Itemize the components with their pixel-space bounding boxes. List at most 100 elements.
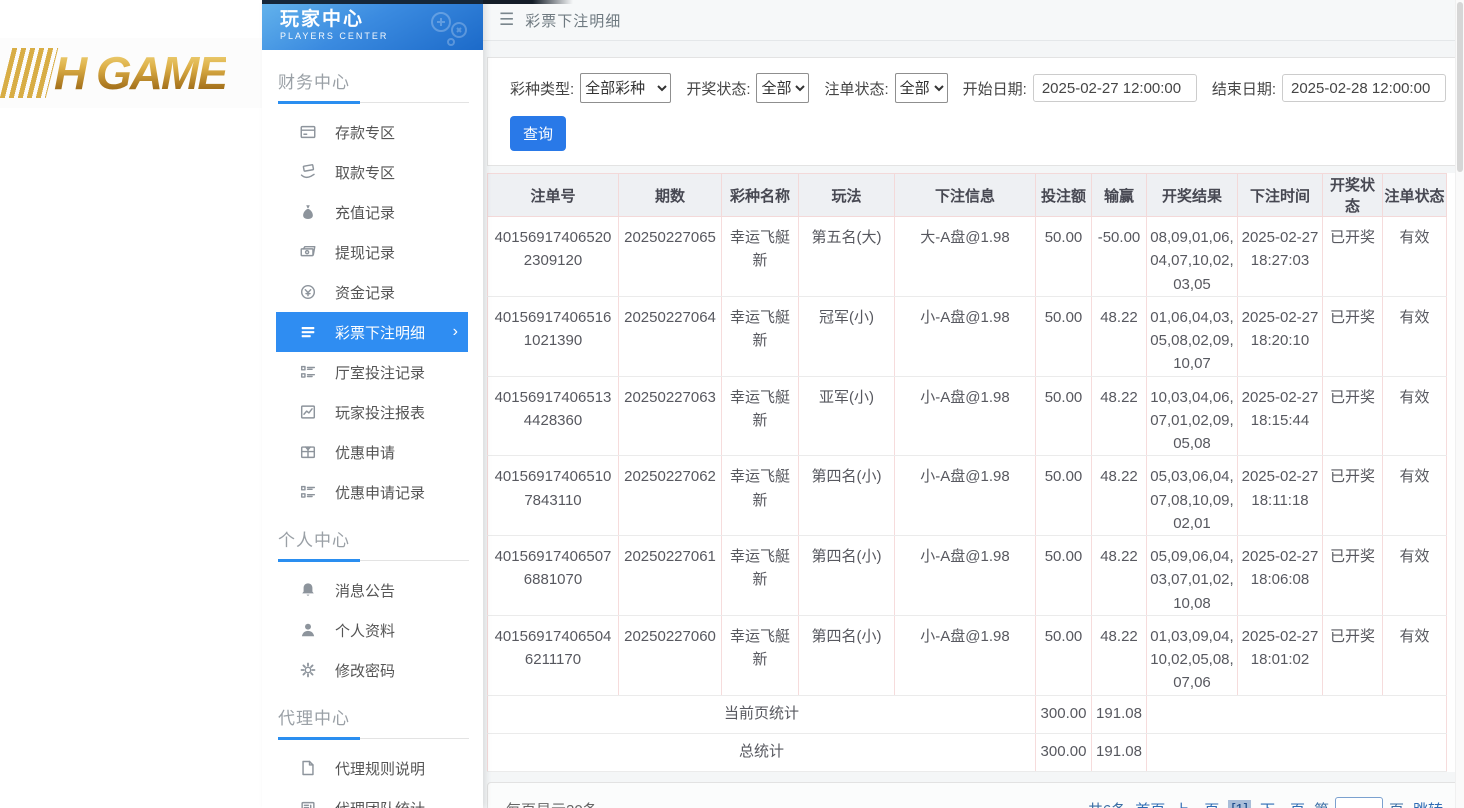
column-header: 投注额 — [1036, 174, 1092, 217]
sidebar-item-优惠申请记录[interactable]: 优惠申请记录 — [276, 472, 468, 512]
table-cell: 20250227062 — [619, 456, 722, 536]
sidebar-item-资金记录[interactable]: 资金记录 — [276, 272, 468, 312]
start-date-input[interactable] — [1033, 74, 1197, 102]
section-underline — [278, 738, 469, 739]
table-cell: 05,03,06,04,07,08,10,09,02,01 — [1147, 456, 1238, 536]
column-header: 期数 — [619, 174, 722, 217]
sidebar-sections: 财务中心存款专区取款专区充值记录提现记录资金记录彩票下注明细›厅室投注记录玩家投… — [262, 50, 483, 808]
current-page[interactable]: [1] — [1228, 800, 1251, 808]
person-icon — [298, 620, 318, 640]
table-cell: 50.00 — [1036, 296, 1092, 376]
table-cell: 幸运飞艇新 — [722, 456, 799, 536]
column-header: 开奖结果 — [1147, 174, 1238, 217]
records-icon — [298, 362, 318, 382]
table-cell: 小-A盘@1.98 — [895, 536, 1036, 616]
table-row: 40156917406513442836020250227063幸运飞艇新亚军(… — [488, 376, 1447, 456]
sidebar-item-label: 代理规则说明 — [335, 758, 425, 779]
table-cell: 48.22 — [1092, 456, 1147, 536]
summary-row: 总统计300.00191.08 — [488, 733, 1447, 771]
first-page-link[interactable]: 首页 — [1135, 799, 1165, 808]
sidebar-item-优惠申请[interactable]: 优惠申请 — [276, 432, 468, 472]
table-row: 40156917406510784311020250227062幸运飞艇新第四名… — [488, 456, 1447, 536]
table-row: 40156917406516102139020250227064幸运飞艇新冠军(… — [488, 296, 1447, 376]
table-cell: 20250227063 — [619, 376, 722, 456]
pagination-bar: 每页显示20条 共6条 首页 上一页 [1] 下一页 第 页 跳转 — [487, 782, 1462, 808]
news-icon — [298, 798, 318, 808]
table-cell: 幸运飞艇新 — [722, 296, 799, 376]
sidebar-item-label: 修改密码 — [335, 660, 395, 681]
list-icon — [298, 322, 318, 342]
sidebar-item-代理规则说明[interactable]: 代理规则说明 — [276, 748, 468, 788]
table-cell: 小-A盘@1.98 — [895, 376, 1036, 456]
money-bag-icon — [298, 202, 318, 222]
sidebar-item-代理团队统计[interactable]: 代理团队统计 — [276, 788, 468, 808]
summary-row: 当前页统计300.00191.08 — [488, 695, 1447, 733]
column-header: 下注信息 — [895, 174, 1036, 217]
sidebar-section-title: 财务中心 — [262, 54, 483, 102]
table-cell: 有效 — [1383, 376, 1447, 456]
table-cell: 有效 — [1383, 615, 1447, 695]
query-button[interactable]: 查询 — [510, 116, 566, 151]
table-cell: 50.00 — [1036, 615, 1092, 695]
sidebar-item-label: 玩家投注报表 — [335, 402, 425, 423]
summary-winloss-total: 191.08 — [1092, 695, 1147, 733]
table-cell: 05,09,06,04,03,07,01,02,10,08 — [1147, 536, 1238, 616]
sidebar-item-提现记录[interactable]: 提现记录 — [276, 232, 468, 272]
sidebar-item-消息公告[interactable]: 消息公告 — [276, 570, 468, 610]
table-cell: 20250227060 — [619, 615, 722, 695]
table-cell: 48.22 — [1092, 615, 1147, 695]
page-title: 彩票下注明细 — [525, 10, 621, 31]
scrollbar-thumb[interactable] — [1457, 2, 1463, 172]
sidebar-item-玩家投注报表[interactable]: 玩家投注报表 — [276, 392, 468, 432]
hamburger-menu-icon[interactable]: ☰ — [499, 10, 514, 30]
table-cell: 48.22 — [1092, 536, 1147, 616]
table-cell: 01,06,04,03,05,08,02,09,10,07 — [1147, 296, 1238, 376]
bet-status-select[interactable]: 全部 — [895, 73, 948, 103]
sidebar-item-取款专区[interactable]: 取款专区 — [276, 152, 468, 192]
table-cell: 2025-02-27 18:15:44 — [1238, 376, 1323, 456]
table-cell: 48.22 — [1092, 296, 1147, 376]
vertical-scrollbar[interactable] — [1455, 0, 1464, 808]
table-cell: 10,03,04,06,07,01,02,09,05,08 — [1147, 376, 1238, 456]
end-date-input[interactable] — [1282, 74, 1446, 102]
filter-panel: 彩种类型: 全部彩种 开奖状态: 全部 注单状态: 全部 开始日期: 结束日期:… — [487, 57, 1462, 166]
sidebar-item-厅室投注记录[interactable]: 厅室投注记录 — [276, 352, 468, 392]
table-cell: 已开奖 — [1323, 615, 1383, 695]
sidebar-item-存款专区[interactable]: 存款专区 — [276, 112, 468, 152]
table-cell: 大-A盘@1.98 — [895, 217, 1036, 297]
column-header: 注单状态 — [1383, 174, 1447, 217]
sidebar-item-label: 优惠申请记录 — [335, 482, 425, 503]
sidebar-item-个人资料[interactable]: 个人资料 — [276, 610, 468, 650]
column-header: 开奖状态 — [1323, 174, 1383, 217]
summary-label: 总统计 — [488, 733, 1036, 771]
pager: 共6条 首页 上一页 [1] 下一页 第 页 跳转 — [1079, 797, 1443, 808]
lottery-type-label: 彩种类型: — [510, 78, 574, 99]
jump-link[interactable]: 跳转 — [1413, 799, 1443, 808]
page-jump-input[interactable] — [1335, 797, 1383, 808]
table-cell: 有效 — [1383, 536, 1447, 616]
sidebar-item-label: 资金记录 — [335, 282, 395, 303]
table-cell: 小-A盘@1.98 — [895, 615, 1036, 695]
summary-empty — [1147, 733, 1447, 771]
end-date-label: 结束日期: — [1212, 78, 1276, 99]
summary-empty — [1147, 695, 1447, 733]
sidebar: 玩家中心 PLAYERS CENTER 财务中心存款专区取款专区充值记录提现记录… — [262, 0, 483, 808]
sidebar-item-充值记录[interactable]: 充值记录 — [276, 192, 468, 232]
gamepad-icon — [421, 8, 473, 53]
section-underline — [278, 560, 469, 561]
sidebar-item-label: 存款专区 — [335, 122, 395, 143]
column-header: 玩法 — [799, 174, 895, 217]
sidebar-item-修改密码[interactable]: 修改密码 — [276, 650, 468, 690]
column-header: 下注时间 — [1238, 174, 1323, 217]
cash-icon — [298, 242, 318, 262]
table-cell: 20250227061 — [619, 536, 722, 616]
table-cell: 08,09,01,06,04,07,10,02,03,05 — [1147, 217, 1238, 297]
lottery-type-select[interactable]: 全部彩种 — [580, 73, 671, 103]
next-page-link[interactable]: 下一页 — [1260, 799, 1305, 808]
sidebar-item-彩票下注明细[interactable]: 彩票下注明细› — [276, 312, 468, 352]
withdraw-hand-icon — [298, 162, 318, 182]
table-cell: 2025-02-27 18:11:18 — [1238, 456, 1323, 536]
prev-page-link[interactable]: 上一页 — [1174, 799, 1219, 808]
records-icon — [298, 482, 318, 502]
draw-status-select[interactable]: 全部 — [756, 73, 809, 103]
